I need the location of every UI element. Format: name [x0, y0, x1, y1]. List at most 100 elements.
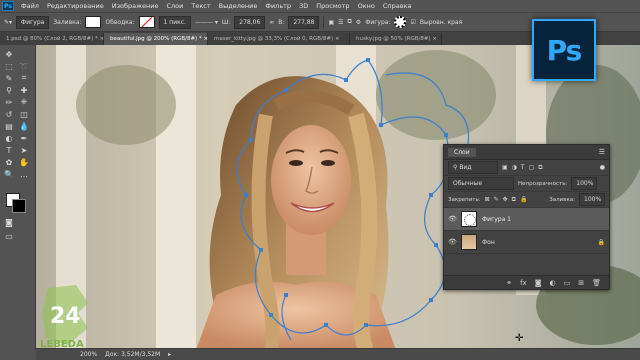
lock-artboard-icon[interactable]: ⧉	[512, 196, 516, 204]
eyedropper-tool-icon[interactable]: ⚲	[3, 85, 15, 95]
quick-mask-icon[interactable]: ◙	[3, 217, 15, 227]
menu-view[interactable]: Просмотр	[312, 0, 353, 12]
menu-file[interactable]: Файл	[17, 0, 43, 12]
new-group-icon[interactable]: ▭	[564, 279, 571, 287]
filter-adjust-icon[interactable]: ◑	[512, 164, 517, 171]
layer-filter-select[interactable]: ⚲ Вид	[448, 161, 498, 174]
menu-layers[interactable]: Слои	[162, 0, 187, 12]
gradient-tool-icon[interactable]: ▤	[3, 121, 15, 131]
photoshop-app-icon[interactable]: Ps	[2, 1, 14, 11]
more-tools-icon[interactable]: …	[18, 169, 30, 179]
filter-type-icon[interactable]: T	[521, 164, 525, 171]
layer-name: Фигура 1	[482, 215, 511, 223]
zoom-level[interactable]: 200%	[80, 351, 97, 358]
hand-tool-icon[interactable]: ✋	[18, 157, 30, 167]
blend-mode-select[interactable]: Обычные	[448, 177, 514, 190]
cursor-arrow-icon: ✛	[515, 333, 524, 344]
fill-swatch[interactable]	[85, 16, 102, 28]
channel-watermark-logo: 24 LEBEDA	[38, 283, 94, 353]
document-size: Док: 3,52M/3,52M	[105, 351, 161, 358]
blur-tool-icon[interactable]: 💧	[18, 121, 30, 131]
tab-beautiful-jpg[interactable]: beautiful.jpg @ 200% (RGB/8#) * ×	[104, 33, 208, 45]
tool-mode-select[interactable]: Фигура	[16, 15, 50, 29]
filter-toggle-icon[interactable]: ●	[600, 164, 605, 171]
layer-filter-label: Вид	[459, 164, 472, 171]
screen-mode-icon[interactable]: ▭	[3, 231, 15, 241]
settings-gear-icon[interactable]: ⚙	[356, 19, 361, 26]
filter-pixel-icon[interactable]: ▣	[502, 164, 508, 171]
stroke-type-select[interactable]: ——— ▾	[195, 19, 218, 26]
eraser-tool-icon[interactable]: ◫	[18, 109, 30, 119]
layer-row-background[interactable]: 👁 Фон 🔒	[444, 231, 609, 254]
adjustment-layer-icon[interactable]: ◐	[550, 279, 556, 287]
shape-tool-icon[interactable]: ✿	[3, 157, 15, 167]
crop-tool-icon[interactable]: ⌗	[18, 73, 30, 83]
tab-label: maser_kitty.jpg @ 33,3% (Слой 0, RGB/8#)	[214, 36, 334, 42]
lock-all-icon[interactable]: 🔒	[520, 196, 527, 203]
tool-preset-icon[interactable]: ✎▾	[4, 19, 12, 26]
pen-tool-icon[interactable]: ✒	[18, 133, 30, 143]
stroke-swatch[interactable]	[138, 16, 155, 28]
marquee-tool-icon[interactable]: ⬚	[3, 61, 15, 71]
clone-stamp-tool-icon[interactable]: ⎈	[18, 97, 30, 107]
menu-image[interactable]: Изображение	[108, 0, 163, 12]
height-input[interactable]: 277,88	[288, 15, 320, 29]
dodge-tool-icon[interactable]: ◐	[3, 133, 15, 143]
status-arrow-icon[interactable]: ▸	[168, 351, 171, 358]
tab-1-psd[interactable]: 1.psd @ 80% (Слой 2, RGB/8#) * ×	[0, 33, 104, 45]
width-input[interactable]: 278,06	[234, 15, 266, 29]
menu-type[interactable]: Текст	[187, 0, 214, 12]
shape-picker[interactable]	[394, 16, 407, 28]
path-selection-tool-icon[interactable]: ➤	[18, 145, 30, 155]
menu-edit[interactable]: Редактирование	[43, 0, 108, 12]
stroke-width-input[interactable]: 1 пикс.	[158, 15, 191, 29]
tab-maser-kitty[interactable]: maser_kitty.jpg @ 33,3% (Слой 0, RGB/8#)…	[208, 33, 350, 45]
filter-shape-icon[interactable]: ▢	[529, 164, 535, 171]
fx-icon[interactable]: fx	[520, 279, 527, 287]
width-label: Ш:	[221, 18, 231, 26]
divider	[323, 16, 325, 28]
layers-panel-title[interactable]: Слои	[448, 147, 476, 157]
link-layers-icon[interactable]: ⚭	[506, 279, 512, 287]
filter-smart-icon[interactable]: ⧉	[538, 164, 542, 172]
tab-husky-jpg[interactable]: husky.jpg @ 50% (RGB/8#) ×	[350, 33, 442, 45]
type-tool-icon[interactable]: T	[3, 145, 15, 155]
menu-help[interactable]: Справка	[379, 0, 416, 12]
menu-bar: Ps Файл Редактирование Изображение Слои …	[0, 0, 640, 12]
brush-tool-icon[interactable]: ✏	[3, 97, 15, 107]
tools-panel: ✥ ⬚ ➰ ✎ ⌗ ⚲ ✚ ✏ ⎈ ↺ ◫ ▤ 💧 ◐ ✒ T ➤ ✿ ✋ 🔍 …	[0, 45, 36, 350]
path-alignment-icon[interactable]: ☰	[338, 19, 343, 26]
history-brush-tool-icon[interactable]: ↺	[3, 109, 15, 119]
healing-brush-tool-icon[interactable]: ✚	[18, 85, 30, 95]
move-tool-icon[interactable]: ✥	[3, 49, 15, 59]
photoshop-logo: Ps	[532, 19, 596, 81]
layer-row-shape-1[interactable]: 👁 Фигура 1	[444, 208, 609, 231]
visibility-eye-icon[interactable]: 👁	[448, 238, 457, 246]
path-operations-icon[interactable]: ▣	[328, 19, 334, 26]
path-arrangement-icon[interactable]: ⧉	[348, 18, 352, 26]
delete-layer-icon[interactable]: 🗑	[592, 279, 601, 287]
opacity-input[interactable]: 100%	[571, 177, 598, 190]
menu-select[interactable]: Выделение	[215, 0, 262, 12]
fill-input[interactable]: 100%	[579, 193, 605, 206]
lasso-tool-icon[interactable]: ➰	[18, 61, 30, 71]
zoom-tool-icon[interactable]: 🔍	[3, 169, 15, 179]
fill-label: Заливка:	[53, 18, 82, 26]
visibility-eye-icon[interactable]: 👁	[448, 215, 457, 223]
lock-image-icon[interactable]: ✎	[494, 196, 499, 203]
menu-3d[interactable]: 3D	[295, 0, 312, 12]
background-color-swatch[interactable]	[12, 199, 26, 213]
link-icon[interactable]: ∞	[269, 19, 274, 26]
fill-label: Заливка:	[549, 196, 575, 203]
lock-transparent-icon[interactable]: ⊠	[485, 196, 490, 203]
new-layer-icon[interactable]: ⊞	[578, 279, 584, 287]
lock-row: Закрепить: ⊠ ✎ ✥ ⧉ 🔒 Заливка: 100%	[444, 192, 609, 208]
menu-filter[interactable]: Фильтр	[261, 0, 295, 12]
panel-menu-icon[interactable]: ☰	[599, 148, 605, 156]
quick-select-tool-icon[interactable]: ✎	[3, 73, 15, 83]
add-mask-icon[interactable]: ◙	[535, 279, 542, 287]
align-edges-label: Выровн. края	[419, 18, 463, 26]
menu-window[interactable]: Окно	[354, 0, 379, 12]
align-edges-checkbox[interactable]: ☑	[410, 19, 415, 26]
lock-position-icon[interactable]: ✥	[503, 196, 508, 203]
